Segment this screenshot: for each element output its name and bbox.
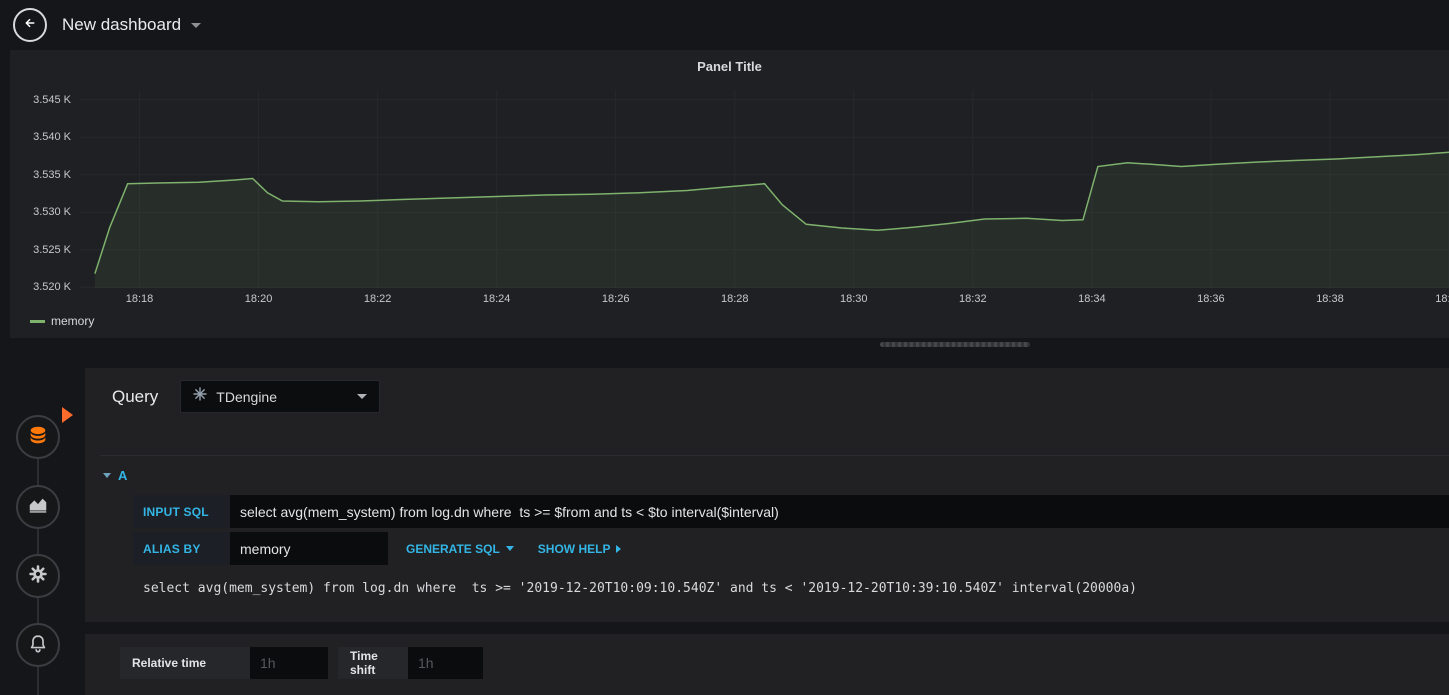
alias-by-row: ALIAS BY GENERATE SQL SHOW HELP <box>133 532 1449 565</box>
panel-edit-tab-rail <box>0 352 85 695</box>
gear-icon <box>27 563 49 590</box>
back-button[interactable] <box>13 8 47 42</box>
y-axis-tick-label: 3.530 K <box>33 206 71 219</box>
x-axis-tick-label: 18:38 <box>1316 293 1344 305</box>
arrow-left-icon <box>21 14 39 37</box>
top-navbar: New dashboard <box>0 0 1449 50</box>
x-axis-tick-label: 18:34 <box>1078 293 1106 305</box>
datasource-logo-icon <box>193 387 207 406</box>
graph-panel: Panel Title 3.545 K 3.540 K 3.535 K 3.530 K… <box>10 50 1449 338</box>
x-axis-tick-label: 18:32 <box>959 293 987 305</box>
x-axis: 18:18 18:20 18:22 18:24 18:26 18:28 18:30 18:32… <box>80 288 1449 310</box>
relative-time-field[interactable] <box>250 647 328 679</box>
generate-sql-label: GENERATE SQL <box>406 541 500 556</box>
relative-time-label: Relative time <box>120 647 250 679</box>
tab-visualization[interactable] <box>16 485 60 529</box>
chart-icon <box>27 494 49 521</box>
horizontal-scrollbar-thumb[interactable] <box>880 342 1030 347</box>
legend-series-color <box>30 319 45 323</box>
time-shift-field[interactable] <box>408 647 483 679</box>
x-axis-tick-label: 18:28 <box>720 293 749 305</box>
time-series-chart[interactable] <box>80 90 1449 288</box>
alias-by-field[interactable] <box>230 532 388 565</box>
alias-by-label: ALIAS BY <box>133 532 230 565</box>
legend-series-label: memory <box>51 314 95 328</box>
collapse-caret-icon <box>103 473 111 478</box>
x-axis-tick-label: 18:24 <box>482 293 511 305</box>
chevron-down-icon <box>191 22 202 28</box>
dashboard-title-dropdown[interactable]: New dashboard <box>62 15 202 35</box>
y-axis: 3.545 K 3.540 K 3.535 K 3.530 K 3.525 K 3.520… <box>10 90 80 294</box>
tab-queries[interactable] <box>16 415 60 459</box>
query-card: Query TDengine A INPUT SQL select avg(me… <box>85 368 1449 622</box>
chevron-down-icon <box>505 546 514 551</box>
x-axis-tick-label: 18:20 <box>244 293 273 305</box>
time-options-row: Relative time Time shift <box>120 647 1449 679</box>
y-axis-tick-label: 3.540 K <box>33 131 71 144</box>
input-sql-row: INPUT SQL <box>133 495 1449 528</box>
show-help-label: SHOW HELP <box>537 541 611 556</box>
x-axis-tick-label: 18:26 <box>601 293 630 305</box>
tab-alert[interactable] <box>16 623 60 667</box>
y-axis-tick-label: 3.520 K <box>33 281 71 294</box>
x-axis-tick-label: 18:30 <box>840 293 868 305</box>
scrollbar-track <box>0 338 1449 352</box>
query-editor-main: Query TDengine A INPUT SQL select avg(me… <box>85 368 1449 695</box>
bell-icon <box>27 632 49 659</box>
x-axis-tick-label: 18:22 <box>363 293 392 305</box>
generate-sql-button[interactable]: GENERATE SQL <box>400 532 520 565</box>
database-icon <box>27 424 49 451</box>
y-axis-tick-label: 3.535 K <box>33 168 71 181</box>
x-axis-tick-label: 18:18 <box>125 293 154 305</box>
y-axis-tick-label: 3.545 K <box>33 93 71 106</box>
generated-sql-text: select avg(mem_system) from log.dn where… <box>143 581 1137 596</box>
grafana-app: New dashboard Panel Title 3.545 K 3.540 K… <box>0 0 1449 695</box>
query-section-title: Query <box>112 386 159 406</box>
input-sql-label: INPUT SQL <box>133 495 230 528</box>
dashboard-title: New dashboard <box>62 15 182 34</box>
panel-edit-area: Query TDengine A INPUT SQL select avg(me… <box>0 352 1449 695</box>
legend-item-memory[interactable]: memory <box>10 310 1449 332</box>
tab-general[interactable] <box>16 554 60 598</box>
active-tab-arrow-icon <box>62 407 73 423</box>
datasource-name: TDengine <box>216 388 277 405</box>
x-axis-tick-label: 18:40 <box>1435 293 1449 305</box>
query-ref-row[interactable]: A <box>100 455 1449 495</box>
y-axis-tick-label: 3.525 K <box>33 243 71 256</box>
time-options-card: Relative time Time shift <box>85 634 1449 695</box>
panel-title[interactable]: Panel Title <box>10 56 1449 78</box>
x-axis-tick-label: 18:36 <box>1197 293 1225 305</box>
show-help-button[interactable]: SHOW HELP <box>532 532 628 565</box>
datasource-picker[interactable]: TDengine <box>180 380 381 413</box>
query-ref-id: A <box>118 468 128 483</box>
time-shift-label: Time shift <box>338 647 408 679</box>
query-section-header: Query TDengine <box>100 380 1449 413</box>
chevron-down-icon <box>357 394 368 399</box>
input-sql-field[interactable] <box>230 495 1449 528</box>
chevron-right-icon <box>616 544 622 553</box>
